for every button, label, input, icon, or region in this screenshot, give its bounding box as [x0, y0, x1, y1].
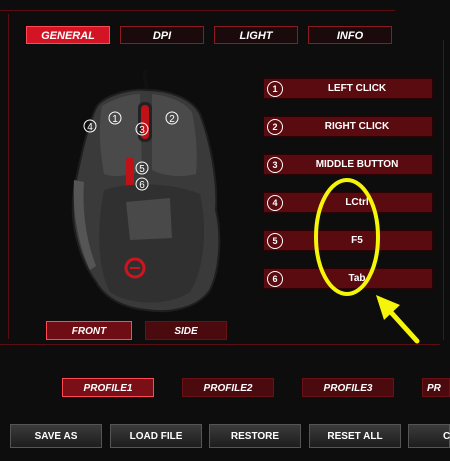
view-side-button[interactable]: SIDE — [145, 321, 227, 340]
button-number-badge: 4 — [267, 195, 283, 211]
frame-right-line — [443, 40, 444, 340]
button-5-assignment[interactable]: 5 F5 — [263, 230, 433, 251]
button-function-label: F5 — [351, 235, 363, 246]
button-function-label: LCtrl — [345, 197, 369, 208]
mouse-callout-3: 3 — [139, 125, 145, 136]
button-number-badge: 5 — [267, 233, 283, 249]
view-front-button[interactable]: FRONT — [46, 321, 132, 340]
button-number-badge: 2 — [267, 119, 283, 135]
mouse-callout-6: 6 — [139, 180, 145, 191]
profile-1-button[interactable]: PROFILE1 — [62, 378, 154, 397]
pointer-arrow-icon — [376, 295, 420, 344]
profile-4-button[interactable]: PR — [422, 378, 450, 397]
button-3-assignment[interactable]: 3 MIDDLE BUTTON — [263, 154, 433, 175]
close-button[interactable]: C — [408, 424, 450, 448]
restore-button[interactable]: RESTORE — [209, 424, 301, 448]
frame-left-line — [8, 14, 9, 339]
mouse-callout-2: 2 — [169, 114, 175, 125]
mouse-callout-4: 4 — [87, 122, 93, 133]
button-1-assignment[interactable]: 1 LEFT CLICK — [263, 78, 433, 99]
button-function-label: RIGHT CLICK — [324, 121, 390, 132]
tab-info[interactable]: INFO — [308, 26, 392, 44]
button-function-label: Tab — [348, 273, 366, 284]
mouse-image: 1 2 3 4 5 6 — [60, 69, 230, 320]
button-6-assignment[interactable]: 6 Tab — [263, 268, 433, 289]
button-number-badge: 6 — [267, 271, 283, 287]
button-4-assignment[interactable]: 4 LCtrl — [263, 192, 433, 213]
profile-2-button[interactable]: PROFILE2 — [182, 378, 274, 397]
mouse-callout-1: 1 — [112, 114, 118, 125]
button-function-label: LEFT CLICK — [327, 83, 387, 94]
tab-dpi[interactable]: DPI — [120, 26, 204, 44]
load-file-button[interactable]: LOAD FILE — [110, 424, 202, 448]
tab-general[interactable]: GENERAL — [26, 26, 110, 44]
mouse-illustration: 1 2 3 4 5 6 — [71, 69, 221, 313]
save-as-button[interactable]: SAVE AS — [10, 424, 102, 448]
frame-top-line — [0, 10, 395, 11]
button-number-badge: 3 — [267, 157, 283, 173]
main-tabs: GENERAL DPI LIGHT INFO — [26, 26, 392, 44]
reset-all-button[interactable]: RESET ALL — [309, 424, 401, 448]
button-2-assignment[interactable]: 2 RIGHT CLICK — [263, 116, 433, 137]
profile-3-button[interactable]: PROFILE3 — [302, 378, 394, 397]
button-function-label: MIDDLE BUTTON — [315, 159, 399, 170]
tab-light[interactable]: LIGHT — [214, 26, 298, 44]
mouse-callout-5: 5 — [139, 164, 145, 175]
frame-bottom-line — [0, 344, 440, 345]
button-number-badge: 1 — [267, 81, 283, 97]
